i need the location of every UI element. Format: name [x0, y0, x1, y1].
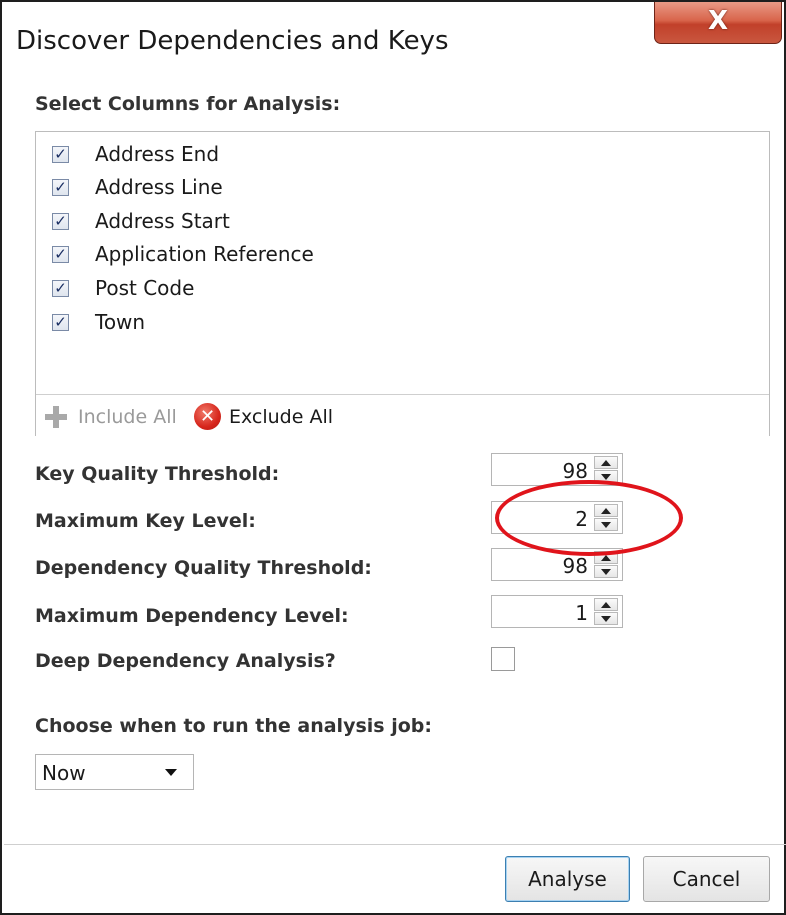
dialog-window: Discover Dependencies and Keys X Select …	[0, 0, 786, 915]
list-item-label: Town	[95, 310, 146, 334]
increment-arrow-icon[interactable]	[594, 456, 618, 469]
deep-dependency-analysis-label: Deep Dependency Analysis?	[35, 650, 336, 672]
list-item-address-end[interactable]: ✓ Address End	[52, 141, 219, 167]
list-item-label: Address Line	[95, 175, 223, 199]
close-icon: X	[707, 6, 729, 36]
columns-heading: Select Columns for Analysis:	[35, 93, 341, 115]
schedule-selected-value: Now	[42, 761, 86, 785]
include-all-button[interactable]: Include All	[44, 405, 177, 429]
list-item-address-start[interactable]: ✓ Address Start	[52, 208, 230, 234]
list-footer: Include All ✕ Exclude All	[36, 394, 769, 437]
plus-icon	[44, 405, 68, 429]
checkbox-application-reference[interactable]: ✓	[52, 245, 69, 263]
decrement-arrow-icon[interactable]	[594, 565, 618, 578]
checkbox-town[interactable]: ✓	[52, 313, 69, 331]
spinner-value[interactable]: 1	[575, 601, 588, 625]
schedule-label: Choose when to run the analysis job:	[35, 715, 432, 737]
checkbox-post-code[interactable]: ✓	[52, 279, 69, 297]
dialog-title: Discover Dependencies and Keys	[16, 26, 449, 56]
list-item-label: Address End	[95, 142, 220, 166]
columns-list[interactable]: ✓ Address End ✓ Address Line ✓ Address S…	[35, 131, 770, 437]
increment-arrow-icon[interactable]	[594, 598, 618, 611]
close-button[interactable]: X	[654, 2, 782, 44]
schedule-dropdown[interactable]: Now	[35, 754, 194, 790]
deep-dependency-analysis-checkbox[interactable]	[491, 647, 515, 671]
maximum-dependency-level-label: Maximum Dependency Level:	[35, 605, 349, 627]
title-bar: Discover Dependencies and Keys X	[2, 2, 784, 82]
list-item-address-line[interactable]: ✓ Address Line	[52, 174, 223, 200]
maximum-dependency-level-spinner[interactable]: 1	[491, 595, 623, 628]
cancel-button[interactable]: Cancel	[643, 856, 770, 902]
list-item-application-reference[interactable]: ✓ Application Reference	[52, 241, 314, 267]
include-all-label: Include All	[78, 406, 177, 428]
checkbox-address-start[interactable]: ✓	[52, 212, 69, 230]
list-item-post-code[interactable]: ✓ Post Code	[52, 275, 194, 301]
dependency-quality-threshold-label: Dependency Quality Threshold:	[35, 557, 372, 579]
highlight-annotation-ellipse	[495, 480, 683, 556]
spinner-buttons	[594, 598, 618, 626]
footer-divider	[4, 844, 786, 845]
list-item-label: Post Code	[95, 276, 195, 300]
spinner-value[interactable]: 98	[563, 554, 588, 578]
list-item-label: Address Start	[95, 209, 230, 233]
list-item-label: Application Reference	[95, 242, 314, 266]
key-quality-threshold-label: Key Quality Threshold:	[35, 463, 280, 485]
exclude-all-label: Exclude All	[229, 405, 334, 428]
exclude-all-button[interactable]: ✕ Exclude All	[194, 403, 333, 430]
maximum-key-level-label: Maximum Key Level:	[35, 510, 256, 532]
checkbox-address-line[interactable]: ✓	[52, 178, 69, 196]
x-circle-icon: ✕	[194, 403, 221, 430]
decrement-arrow-icon[interactable]	[594, 612, 618, 625]
analyse-button[interactable]: Analyse	[505, 856, 630, 902]
chevron-down-icon[interactable]	[165, 769, 177, 776]
checkbox-address-end[interactable]: ✓	[52, 145, 69, 163]
list-item-town[interactable]: ✓ Town	[52, 309, 145, 335]
